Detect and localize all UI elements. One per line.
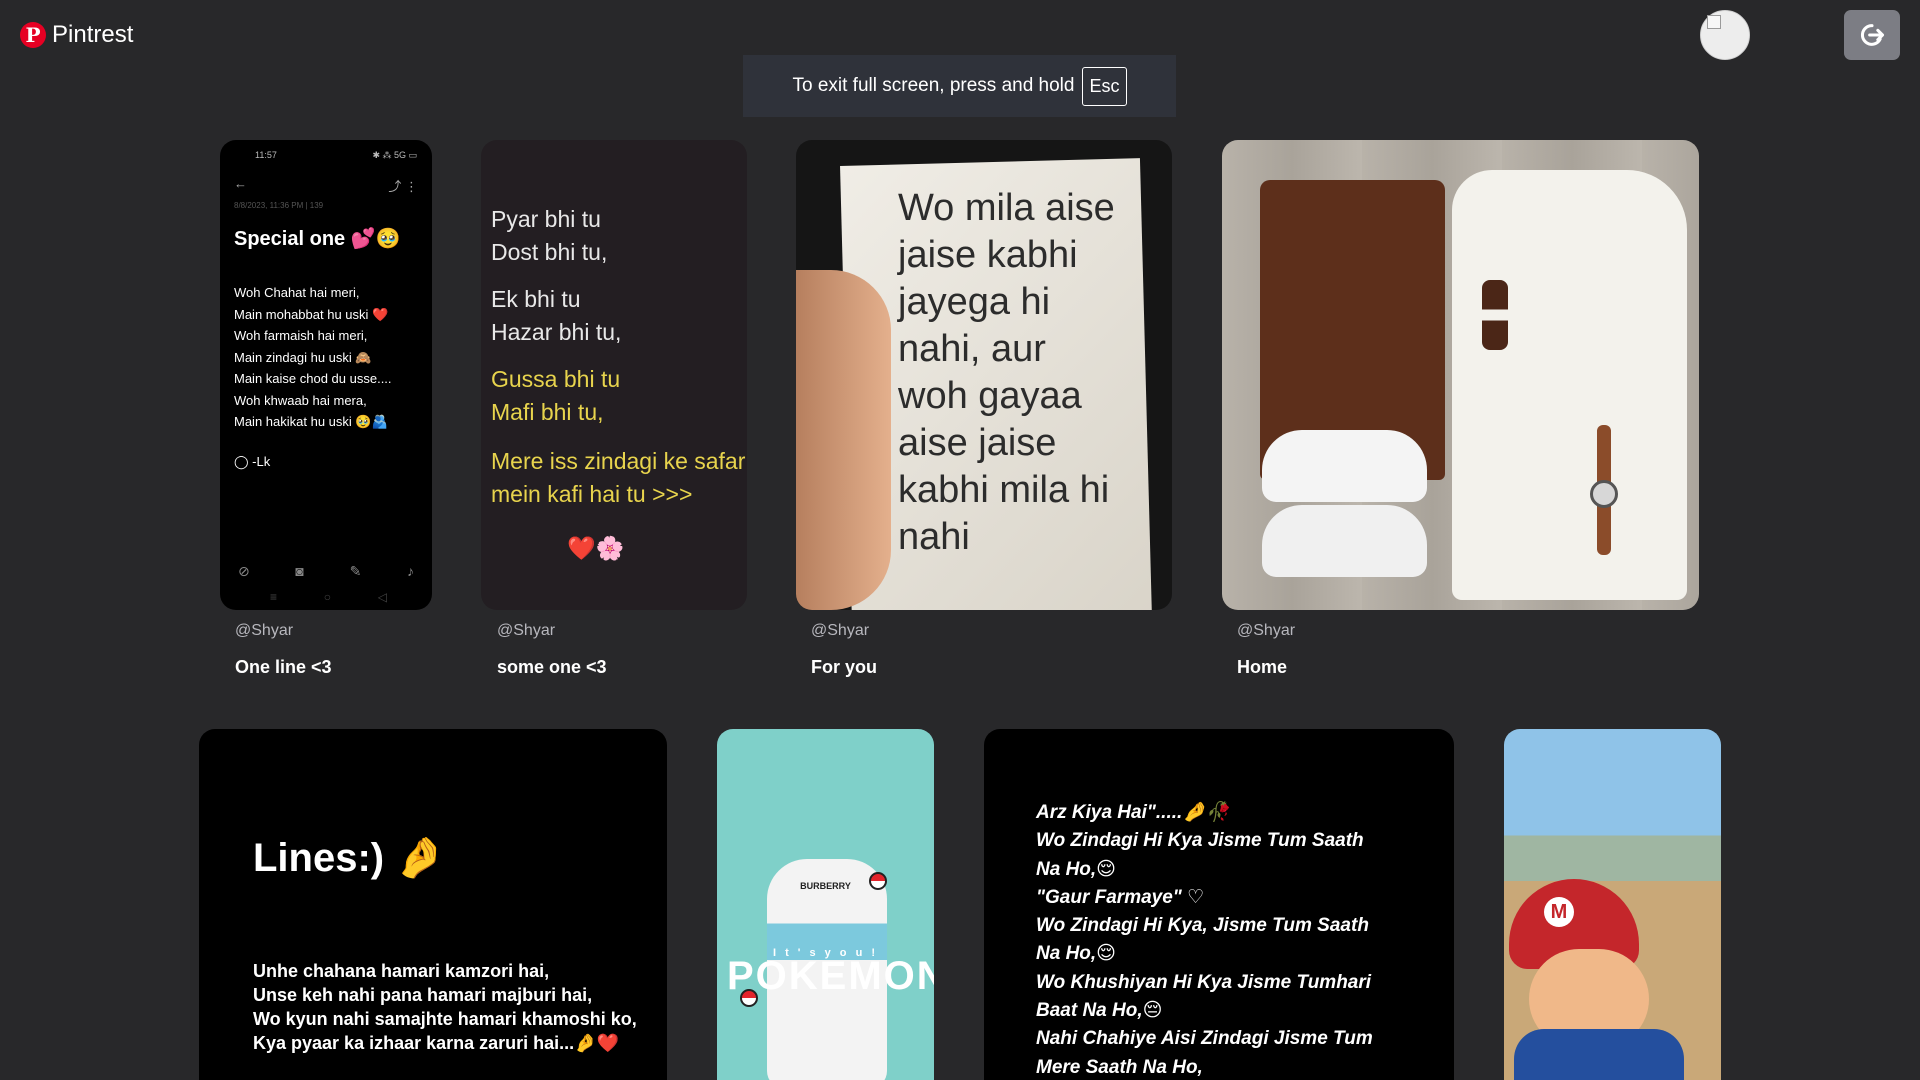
mario-overalls (1514, 1029, 1684, 1080)
pen-icon: ✎ (349, 563, 362, 579)
pin-image[interactable]: BURBERRY I t ' s y o u ! POKEMON (717, 729, 934, 1080)
esc-key-hint: Esc (1082, 66, 1127, 106)
pin-card[interactable]: M (1504, 729, 1721, 1080)
pin-card[interactable] (1222, 140, 1699, 610)
pin-card[interactable]: 11:57 ✱ ⁂ 5G ▭ ← ⤴ ⋮ 8/8/2023, 11:36 PM … (220, 140, 432, 610)
phone-nav-bar: ≡ ○ ◁ (270, 590, 387, 604)
pin-username[interactable]: @Shyar (811, 622, 869, 640)
pin-image[interactable]: M (1504, 729, 1721, 1080)
fullscreen-exit-message: To exit full screen, press and hold (792, 75, 1075, 96)
phone-status-bar: 11:57 ✱ ⁂ 5G ▭ (255, 150, 417, 161)
pin-title[interactable]: some one <3 (497, 657, 607, 678)
logout-button[interactable] (1844, 10, 1900, 60)
logout-icon (1860, 24, 1885, 46)
broken-image-icon (1707, 15, 1721, 29)
poem-lines-3: Gussa bhi tu Mafi bhi tu, (491, 366, 621, 425)
note-body: Woh Chahat hai meri, Main mohabbat hu us… (234, 285, 392, 429)
pin-title[interactable]: One line <3 (235, 657, 332, 678)
note-signature: ◯ -Lk (234, 454, 271, 469)
pinterest-logo-icon: P (20, 22, 46, 48)
pin-image[interactable]: Lines:) 🤌 Unhe chahana hamari kamzori ha… (199, 729, 667, 1080)
poem-lines-1: Pyar bhi tu Dost bhi tu, (491, 206, 608, 265)
pin-title[interactable]: For you (811, 657, 877, 678)
watch-face (1590, 480, 1618, 508)
poem-lines-4: Mere iss zindagi ke safar mein kafi hai … (491, 448, 746, 507)
user-avatar[interactable] (1700, 10, 1750, 60)
white-shirt (1452, 170, 1687, 600)
home-nav-icon: ○ (323, 590, 332, 604)
white-sneaker (1262, 430, 1427, 502)
share-menu-icons: ⤴ ⋮ (388, 179, 418, 194)
white-sneaker (1262, 505, 1427, 577)
note-toolbar: ← ⤴ ⋮ (234, 176, 418, 195)
status-time: 11:57 (255, 150, 277, 160)
pin-image[interactable]: Pyar bhi tu Dost bhi tu, Ek bhi tu Hazar… (481, 140, 747, 610)
poem-lines-2: Ek bhi tu Hazar bhi tu, (491, 286, 622, 345)
brand-logo[interactable]: P Pintrest (20, 21, 133, 49)
pin-card[interactable]: Lines:) 🤌 Unhe chahana hamari kamzori ha… (199, 729, 667, 1080)
fullscreen-exit-banner: To exit full screen, press and hold Esc (743, 55, 1176, 117)
pin-username[interactable]: @Shyar (1237, 622, 1295, 640)
camera-icon: ◙ (295, 563, 304, 579)
pin-image[interactable]: Arz Kiya Hai".....🤌🥀 Wo Zindagi Hi Kya J… (984, 729, 1454, 1080)
pin-image[interactable]: 11:57 ✱ ⁂ 5G ▭ ← ⤴ ⋮ 8/8/2023, 11:36 PM … (220, 140, 432, 610)
brand-name: Pintrest (52, 21, 134, 48)
note-heading: Special one 💕🥹 (234, 228, 401, 250)
sunglasses (1482, 280, 1508, 350)
pokeball-icon (740, 989, 758, 1007)
note-meta: 8/8/2023, 11:36 PM | 139 (234, 201, 324, 210)
back-nav-icon: ◁ (377, 590, 387, 604)
pin-username[interactable]: @Shyar (235, 622, 293, 640)
pin-card[interactable]: Arz Kiya Hai".....🤌🥀 Wo Zindagi Hi Kya J… (984, 729, 1454, 1080)
pin-title[interactable]: Home (1237, 657, 1287, 678)
back-arrow-icon: ← (234, 176, 247, 191)
pin-card[interactable]: Pyar bhi tu Dost bhi tu, Ek bhi tu Hazar… (481, 140, 747, 610)
hat-label: BURBERRY (800, 881, 851, 891)
checklist-icon: ⊘ (238, 563, 250, 579)
pokeball-icon (869, 872, 887, 890)
mic-icon: ♪ (407, 563, 414, 579)
lines-body: Unhe chahana hamari kamzori hai, Unse ke… (253, 961, 637, 1053)
pin-image[interactable]: Wo mila aise jaise kabhi jayega hi nahi,… (796, 140, 1172, 610)
pin-card[interactable]: Wo mila aise jaise kabhi jayega hi nahi,… (796, 140, 1172, 610)
poem-emoji: ❤️🌸 (567, 535, 625, 561)
paper-text: Wo mila aise jaise kabhi jayega hi nahi,… (898, 187, 1115, 558)
status-icons: ✱ ⁂ 5G ▭ (372, 150, 417, 160)
note-tools: ⊘ ◙ ✎ ♪ (238, 563, 414, 580)
shayari-body: Arz Kiya Hai".....🤌🥀 Wo Zindagi Hi Kya J… (1036, 802, 1373, 1078)
menu-nav-icon: ≡ (270, 590, 278, 604)
poster-title: POKEMON (727, 954, 934, 998)
pin-image[interactable] (1222, 140, 1699, 610)
mario-emblem: M (1544, 897, 1574, 927)
hand-shape (796, 270, 891, 610)
pin-card[interactable]: BURBERRY I t ' s y o u ! POKEMON (717, 729, 934, 1080)
pin-username[interactable]: @Shyar (497, 622, 555, 640)
lines-heading: Lines:) 🤌 (253, 836, 446, 880)
